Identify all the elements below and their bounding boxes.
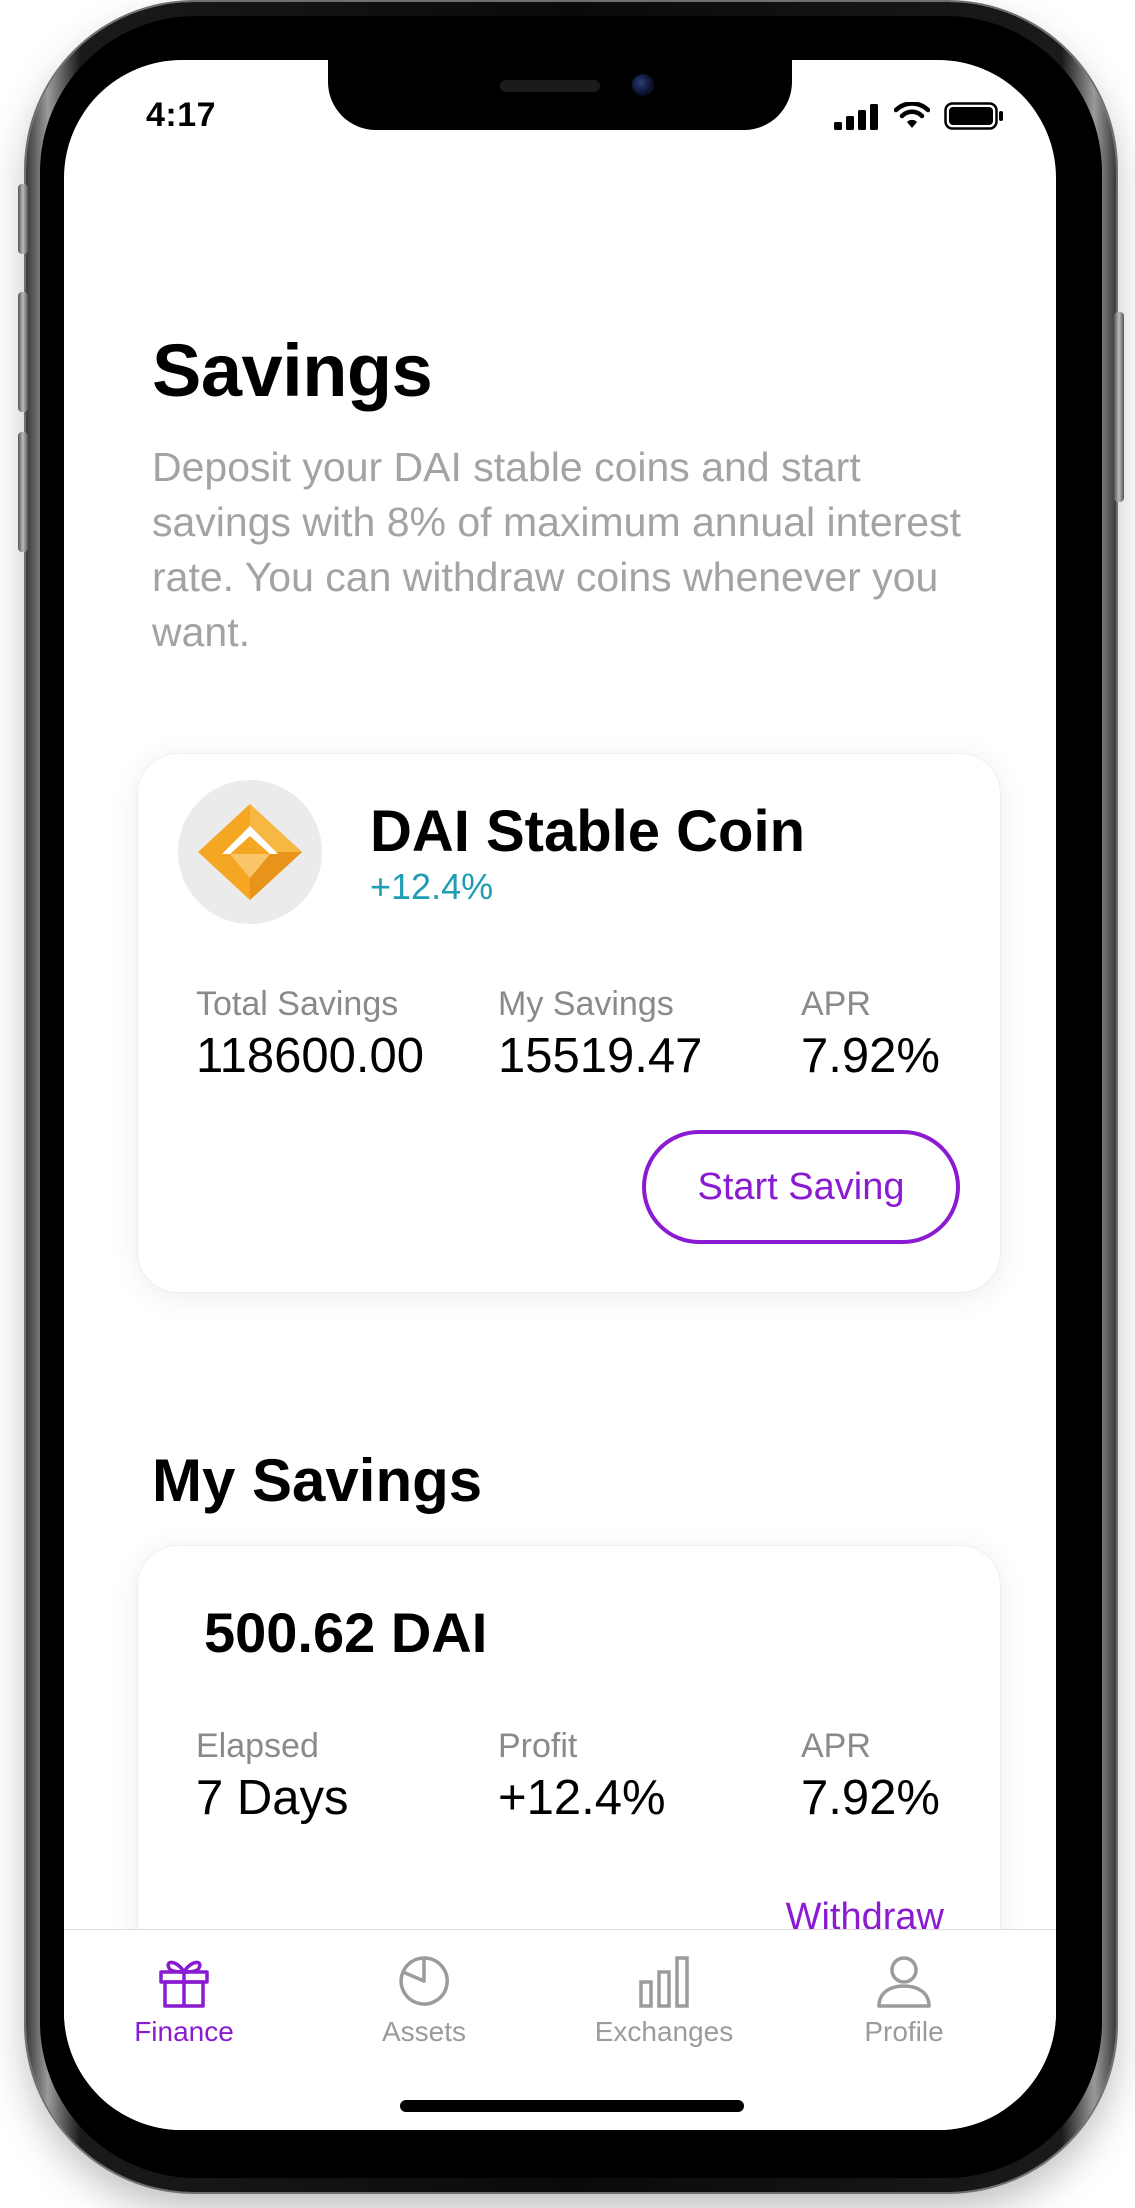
coin-change: +12.4% (370, 866, 494, 907)
stat-label: Total Savings (196, 985, 399, 1023)
power-button (1114, 312, 1124, 502)
notch (328, 60, 792, 130)
stat-total-savings: Total Savings 118600.00 (196, 984, 424, 1086)
volume-up-button (18, 292, 28, 412)
start-saving-button[interactable]: Start Saving (642, 1130, 960, 1244)
dai-diamond-icon (198, 804, 302, 900)
stat-profit: Profit +12.4% (498, 1726, 666, 1828)
stat-apr: APR 7.92% (801, 984, 940, 1086)
bar-chart-icon (639, 1956, 689, 2008)
mute-switch (18, 184, 28, 254)
home-indicator[interactable] (400, 2100, 744, 2112)
front-camera (632, 74, 654, 96)
stat-value: 7 Days (196, 1771, 349, 1825)
tab-exchanges[interactable]: Exchanges (564, 1952, 764, 2048)
stat-my-savings: My Savings 15519.47 (498, 984, 702, 1086)
speaker-grille (500, 80, 600, 92)
pie-chart-icon (399, 1956, 449, 2006)
gift-icon (159, 1960, 209, 2008)
tab-label: Finance (134, 2016, 234, 2047)
stat-elapsed: Elapsed 7 Days (196, 1726, 349, 1828)
saving-amount: 500.62 DAI (204, 1601, 488, 1664)
page-description: Deposit your DAI stable coins and start … (152, 444, 961, 655)
section-title-my-savings: My Savings (152, 1447, 483, 1514)
coin-name: DAI Stable Coin (370, 799, 806, 864)
stat-value: 15519.47 (498, 1029, 703, 1083)
volume-down-button (18, 432, 28, 552)
page-title: Savings (152, 329, 433, 412)
cellular-signal-icon (834, 104, 878, 130)
stat-apr: APR 7.92% (801, 1726, 940, 1828)
battery-icon (944, 102, 1003, 130)
status-icons (834, 102, 1004, 130)
coin-logo (178, 780, 322, 924)
tab-assets[interactable]: Assets (324, 1952, 524, 2048)
stat-label: Elapsed (196, 1727, 319, 1765)
tab-label: Exchanges (594, 2016, 734, 2047)
stat-value: 7.92% (801, 1029, 940, 1083)
user-icon (877, 1956, 931, 2008)
stat-label: Profit (498, 1727, 578, 1765)
tab-label: Profile (864, 2016, 944, 2047)
tab-finance[interactable]: Finance (84, 1952, 284, 2048)
stat-label: APR (801, 1727, 871, 1765)
status-time: 4:17 (146, 96, 217, 134)
stat-value: 118600.00 (196, 1029, 424, 1083)
stat-label: My Savings (498, 985, 674, 1023)
stat-value: 7.92% (801, 1771, 940, 1825)
stat-value: +12.4% (498, 1771, 666, 1825)
phone-screen: 4:17 Savings Deposit your DAI stable coi… (64, 60, 1056, 2130)
tab-label: Assets (381, 2016, 467, 2047)
savings-screen: 4:17 Savings Deposit your DAI stable coi… (64, 60, 1056, 2130)
stat-label: APR (801, 985, 871, 1023)
wifi-icon (894, 102, 930, 128)
coin-card: DAI Stable Coin +12.4% Total Savings 118… (138, 754, 1000, 1292)
tab-profile[interactable]: Profile (804, 1952, 1004, 2048)
